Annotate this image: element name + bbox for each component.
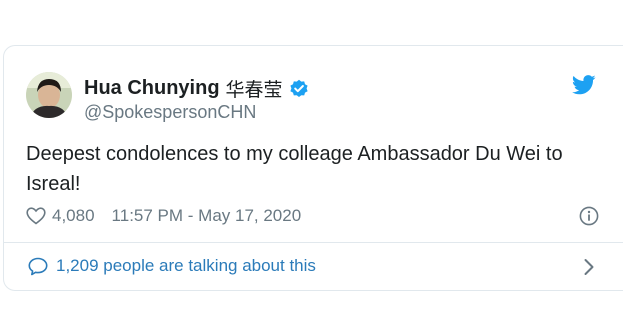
author-name[interactable]: Hua Chunying 华春莹 — [84, 75, 309, 102]
conversation-count: 1,209 people are talking about this — [56, 256, 316, 275]
conversation-link[interactable]: 1,209 people are talking about this — [4, 243, 623, 291]
tweet-meta-row: 4,080 11:57 PM - May 17, 2020 — [26, 206, 301, 226]
author-name-label: Hua Chunying — [84, 77, 220, 99]
twitter-bird-icon[interactable] — [571, 75, 596, 95]
avatar[interactable] — [26, 72, 72, 118]
author-name-cjk: 华春莹 — [225, 79, 283, 101]
tweet-timestamp[interactable]: 11:57 PM - May 17, 2020 — [112, 206, 302, 226]
info-icon[interactable] — [579, 206, 599, 226]
speech-bubble-icon — [28, 257, 48, 276]
tweet-embed-card: Hua Chunying 华春莹 @SpokespersonCHN Deepes… — [3, 45, 623, 291]
like-count[interactable]: 4,080 — [52, 206, 95, 226]
author-handle[interactable]: @SpokespersonCHN — [84, 102, 256, 123]
verified-badge-icon — [289, 79, 309, 99]
heart-icon[interactable] — [26, 207, 46, 225]
tweet-text: Deepest condolences to my colleage Ambas… — [26, 143, 563, 195]
chevron-right-icon — [583, 258, 595, 276]
